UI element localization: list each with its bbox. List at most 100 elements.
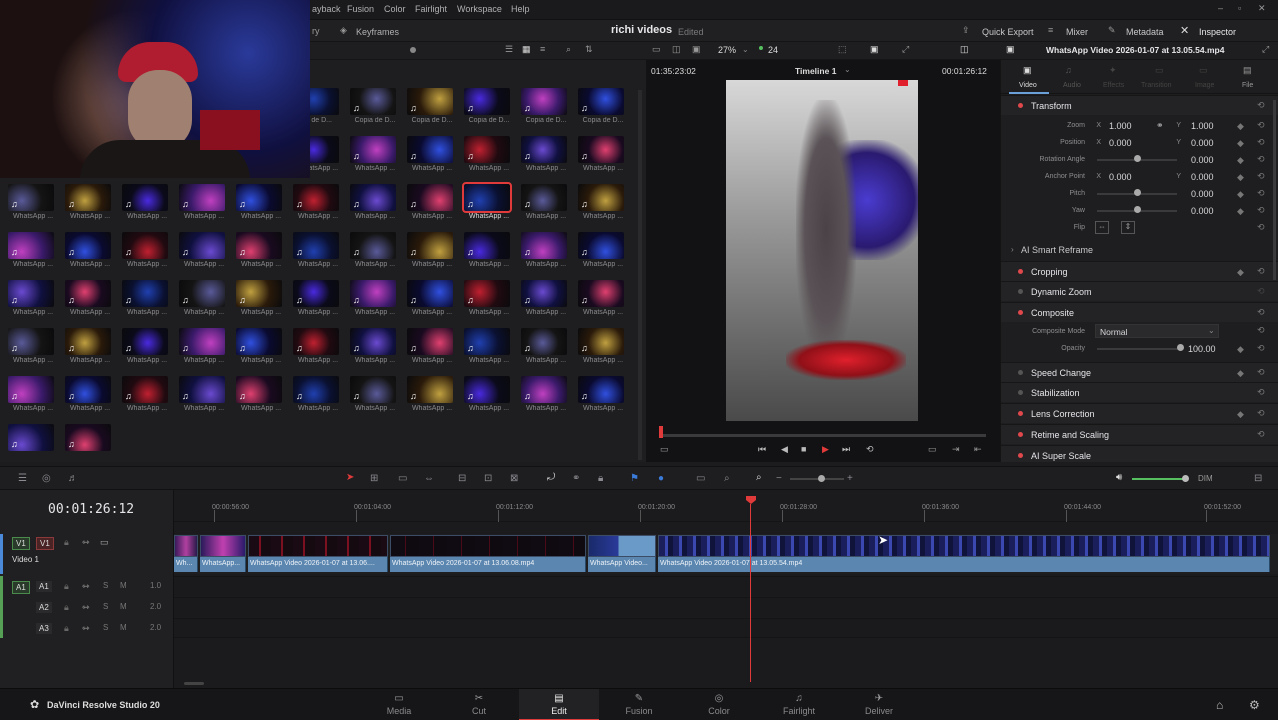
composite-enable-dot[interactable] <box>1018 310 1023 315</box>
dynamic-zoom-enable-dot[interactable] <box>1018 289 1023 294</box>
minimize-icon[interactable]: – <box>1218 3 1223 13</box>
media-clip[interactable]: ♫ WhatsApp ... <box>521 232 571 276</box>
speed-change-enable-dot[interactable] <box>1018 370 1023 375</box>
menu-fusion[interactable]: Fusion <box>347 4 374 14</box>
media-clip[interactable]: ♫ WhatsApp ... <box>407 376 457 420</box>
a2-solo-button[interactable]: S <box>103 602 108 611</box>
transform-reset-icon[interactable]: ⟲ <box>1257 100 1265 111</box>
yaw-slider-handle[interactable] <box>1134 206 1141 213</box>
v1-visibility-icon[interactable]: ▭ <box>100 537 109 548</box>
home-icon[interactable]: ⌂ <box>1216 698 1223 712</box>
clip-label[interactable]: WhatsApp Video 2026-01-07 at 13.06.... <box>248 557 388 572</box>
media-clip[interactable]: ♫ WhatsApp ... <box>464 232 514 276</box>
insert-clip-icon[interactable]: ⊟ <box>458 473 466 484</box>
media-clip[interactable]: ♫ WhatsApp ... <box>65 184 115 228</box>
transform-section[interactable]: Transform ⟲ <box>1001 95 1278 115</box>
zoom-reset-icon[interactable]: ⟲ <box>1257 120 1265 131</box>
menu-playback[interactable]: ayback <box>312 4 341 14</box>
zoom-x-field[interactable]: 1.000 <box>1109 121 1132 131</box>
media-clip[interactable]: ♫ WhatsApp ... <box>65 280 115 324</box>
media-clip[interactable]: ♫ Copia de D... <box>521 88 571 132</box>
play-icon[interactable]: ▶ <box>822 444 829 455</box>
tab-video[interactable]: Video <box>1019 82 1037 89</box>
timeline-ruler[interactable]: 00:00:56:00 00:01:04:00 00:01:12:00 00:01:2… <box>174 490 1278 522</box>
media-clip[interactable]: ♫ WhatsApp ... <box>236 376 286 420</box>
v1-lock-icon[interactable]: 🔒︎ <box>64 537 69 548</box>
linked-selection-icon[interactable]: ⚭ <box>572 473 580 484</box>
layout-icon[interactable]: ◫ <box>960 44 969 55</box>
trim-tool-icon[interactable]: ⊞ <box>370 473 378 484</box>
viewer-scrubber[interactable] <box>661 434 986 437</box>
grid-view-icon[interactable]: ▦ <box>522 44 531 55</box>
media-clip[interactable]: ♫ WhatsApp ... <box>521 376 571 420</box>
media-clip[interactable]: ♫ WhatsApp ... <box>179 232 229 276</box>
safe-area-icon[interactable]: ▣ <box>692 44 701 55</box>
zoom-level[interactable]: 27% <box>718 45 736 55</box>
media-clip[interactable]: ♫ WhatsApp ... <box>179 280 229 324</box>
tab-image[interactable]: Image <box>1195 82 1214 89</box>
pitch-slider-handle[interactable] <box>1134 189 1141 196</box>
play-reverse-icon[interactable]: ◀ <box>781 444 788 455</box>
media-clip[interactable]: ♫ WhatsApp ... <box>578 328 628 372</box>
retime-section[interactable]: Retime and Scaling ⟲ <box>1001 424 1278 444</box>
timeline-clip[interactable] <box>390 535 586 557</box>
media-clip[interactable]: ♫ WhatsApp ... <box>122 280 172 324</box>
rotation-reset-icon[interactable]: ⟲ <box>1257 154 1265 165</box>
zoom-detail-icon[interactable]: ⌕ <box>724 473 730 484</box>
opacity-slider-handle[interactable] <box>1177 344 1184 351</box>
media-clip[interactable]: ♫ WhatsApp ... <box>350 376 400 420</box>
yaw-keyframe-icon[interactable]: ◆ <box>1237 206 1244 217</box>
metadata-view-icon[interactable]: ≡ <box>540 44 545 54</box>
stabilization-reset-icon[interactable]: ⟲ <box>1257 387 1265 398</box>
a1-autoselect-icon[interactable]: ⇿ <box>82 581 90 592</box>
media-clip[interactable]: ♫ WhatsApp ... <box>65 376 115 420</box>
yaw-reset-icon[interactable]: ⟲ <box>1257 205 1265 216</box>
media-clip[interactable]: ♫ WhatsApp ... <box>122 232 172 276</box>
rotation-keyframe-icon[interactable]: ◆ <box>1237 155 1244 166</box>
audio-meter-icon[interactable]: ♬ <box>68 473 78 484</box>
volume-slider[interactable] <box>1132 478 1186 480</box>
timeline-clip[interactable] <box>248 535 388 557</box>
pitch-reset-icon[interactable]: ⟲ <box>1257 188 1265 199</box>
position-x-field[interactable]: 0.000 <box>1109 138 1132 148</box>
media-clip[interactable]: ♫ WhatsApp ... <box>8 184 58 228</box>
anchor-x-field[interactable]: 0.000 <box>1109 172 1132 182</box>
anchor-keyframe-icon[interactable]: ◆ <box>1237 172 1244 183</box>
a2-track-button[interactable]: A2 <box>36 602 52 613</box>
media-clip[interactable]: ♫ WhatsApp ... <box>464 376 514 420</box>
transform-enable-dot[interactable] <box>1018 103 1023 108</box>
prev-edit-icon[interactable]: ⇥ <box>952 444 960 455</box>
dual-viewer-icon[interactable]: ◫ <box>672 44 681 55</box>
tab-transition[interactable]: Transition <box>1141 82 1171 89</box>
media-clip[interactable]: ♫ WhatsApp ... <box>236 280 286 324</box>
a3-autoselect-icon[interactable]: ⇿ <box>82 623 90 634</box>
media-clip[interactable]: ♫ WhatsApp ... <box>578 376 628 420</box>
flip-reset-icon[interactable]: ⟲ <box>1257 222 1265 233</box>
jump-end-icon[interactable]: ⏭ <box>842 444 850 455</box>
a2-autoselect-icon[interactable]: ⇿ <box>82 602 90 613</box>
composite-mode-select[interactable]: Normal ⌄ <box>1095 324 1219 338</box>
speed-reset-icon[interactable]: ⟲ <box>1257 367 1265 378</box>
volume-icon[interactable]: 🔊︎ <box>1116 472 1122 483</box>
pitch-keyframe-icon[interactable]: ◆ <box>1237 189 1244 200</box>
zoom-in-icon[interactable]: + <box>847 473 853 484</box>
tab-effects[interactable]: Effects <box>1103 82 1124 89</box>
a2-mute-button[interactable]: M <box>120 602 127 611</box>
zoom-y-field[interactable]: 1.000 <box>1191 121 1214 131</box>
page-edit[interactable]: ▤ Edit <box>519 689 599 720</box>
opacity-keyframe-icon[interactable]: ◆ <box>1237 344 1244 355</box>
zoom-out-icon[interactable]: − <box>776 473 782 484</box>
a3-track-button[interactable]: A3 <box>36 623 52 634</box>
media-clip[interactable]: ♫ WhatsApp ... <box>578 136 628 180</box>
panel-toggle-icon[interactable]: ⊟ <box>1254 473 1262 484</box>
media-clip[interactable]: ♫ WhatsApp ... <box>350 136 400 180</box>
a1-source-button[interactable]: A1 <box>12 581 30 594</box>
smart-reframe-section[interactable]: › AI Smart Reframe <box>1001 240 1278 260</box>
zoom-full-icon[interactable]: ▭ <box>696 473 705 484</box>
dynamic-trim-icon[interactable]: ▭ <box>398 473 407 484</box>
media-clip[interactable]: ♫ WhatsApp ... <box>293 376 343 420</box>
replace-clip-icon[interactable]: ⊠ <box>510 473 518 484</box>
media-clip[interactable]: ♫ WhatsApp ... <box>407 136 457 180</box>
cropping-enable-dot[interactable] <box>1018 269 1023 274</box>
a1-mute-button[interactable]: M <box>120 581 127 590</box>
